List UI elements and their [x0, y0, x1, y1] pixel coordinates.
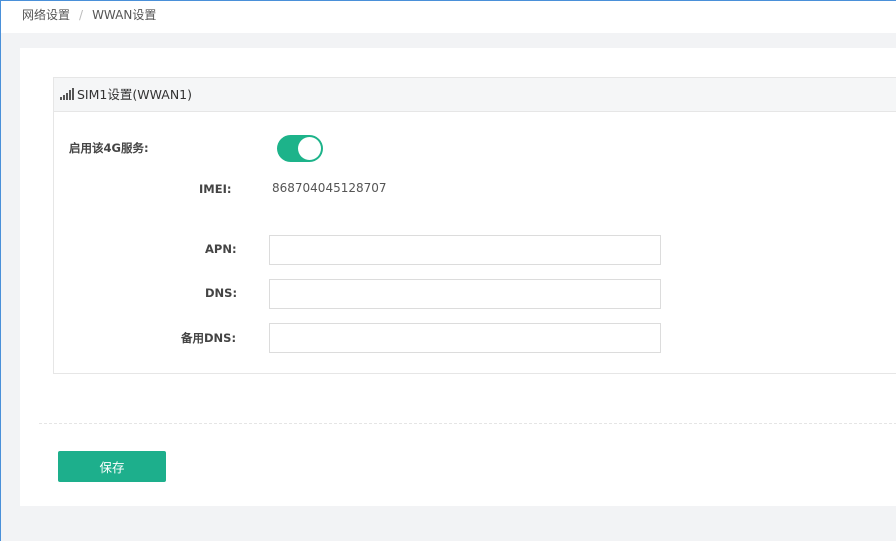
main-content: SIM1设置(WWAN1) 启用该4G服务: IMEI: 86870404512…: [20, 48, 896, 506]
panel-header: SIM1设置(WWAN1): [54, 78, 896, 112]
backup-dns-label: 备用DNS:: [181, 331, 237, 345]
panel-title: SIM1设置(WWAN1): [77, 87, 193, 102]
enable-4g-label: 启用该4G服务:: [69, 141, 149, 155]
app-frame: 网络设置 / WWAN设置 SIM1设置(WWAN1) 启用该4G服务: IME…: [0, 0, 896, 541]
toggle-knob: [298, 137, 321, 160]
breadcrumb-parent[interactable]: 网络设置: [22, 8, 70, 22]
form-divider: [39, 423, 896, 424]
dns-label: DNS:: [205, 286, 238, 300]
signal-bars-icon: [60, 79, 74, 112]
imei-value: 868704045128707: [272, 181, 387, 195]
apn-label: APN:: [205, 242, 237, 256]
save-button[interactable]: 保存: [58, 451, 166, 482]
apn-input[interactable]: [269, 235, 661, 265]
enable-4g-toggle[interactable]: [277, 135, 323, 162]
dns-input[interactable]: [269, 279, 661, 309]
breadcrumb-separator: /: [79, 8, 84, 22]
imei-label: IMEI:: [199, 182, 232, 196]
sim1-settings-panel: SIM1设置(WWAN1) 启用该4G服务: IMEI: 86870404512…: [53, 77, 896, 374]
backup-dns-input[interactable]: [269, 323, 661, 353]
breadcrumb-current: WWAN设置: [92, 8, 157, 22]
breadcrumb: 网络设置 / WWAN设置: [1, 1, 896, 33]
